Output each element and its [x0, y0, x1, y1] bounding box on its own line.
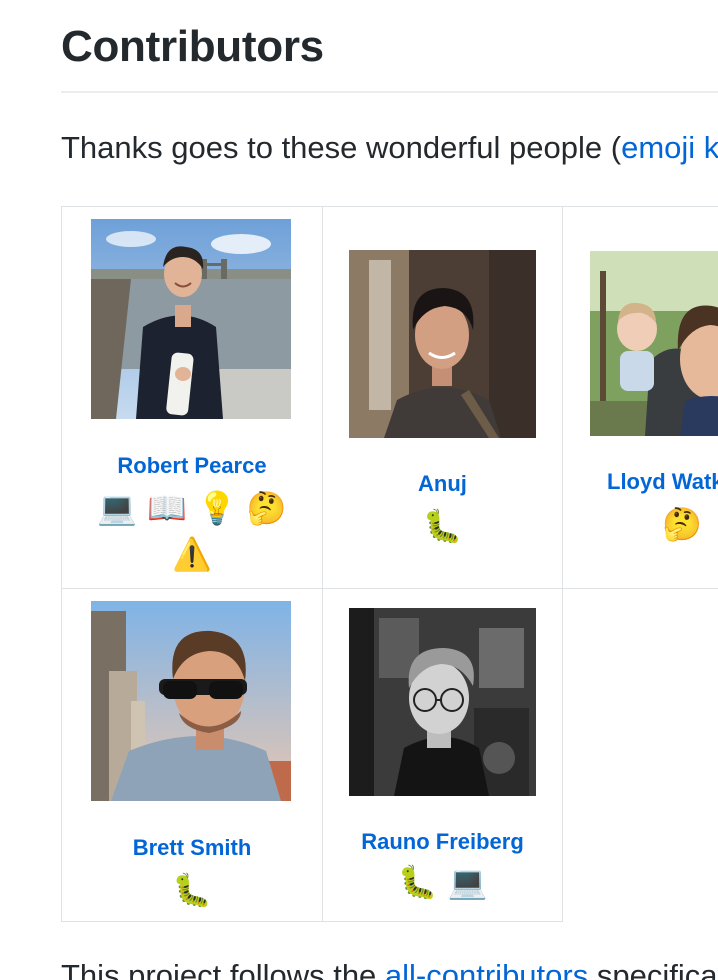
emoji-key-link[interactable]: emoji key: [621, 130, 718, 165]
docs-icon[interactable]: 📖: [147, 490, 187, 526]
bug-icon[interactable]: 🐛: [423, 508, 463, 544]
contributor-name[interactable]: Robert Pearce: [62, 453, 322, 479]
avatar-photo-anuj: [349, 250, 536, 438]
contributor-cell: Lloyd Watkin 🤔: [562, 206, 718, 589]
contributor-avatar[interactable]: [349, 250, 536, 438]
contributor-name[interactable]: Brett Smith: [62, 835, 322, 861]
avatar-photo-rauno: [349, 608, 536, 796]
contributor-avatar[interactable]: [91, 601, 291, 801]
footer-paragraph: This project follows the all-contributor…: [61, 958, 718, 980]
avatar-photo-robert: [91, 219, 291, 419]
intro-paragraph: Thanks goes to these wonderful people (e…: [61, 130, 718, 166]
footer-text-end: specification.: [596, 958, 718, 980]
contributor-cell: Robert Pearce 💻 📖 💡 🤔 ⚠️: [61, 206, 323, 589]
contributor-name[interactable]: Anuj: [323, 471, 562, 497]
contribution-icons: 🐛: [323, 503, 562, 549]
bug-icon[interactable]: 🐛: [398, 864, 438, 900]
contributor-cell: Brett Smith 🐛: [61, 588, 323, 922]
code-icon[interactable]: 💻: [448, 864, 488, 900]
warning-icon[interactable]: ⚠️: [172, 536, 212, 572]
code-icon[interactable]: 💻: [97, 490, 137, 526]
avatar-photo-lloyd: [590, 251, 718, 436]
contributor-cell: Anuj 🐛: [322, 206, 563, 589]
question-icon[interactable]: 🤔: [247, 490, 287, 526]
contributor-avatar[interactable]: [91, 219, 291, 419]
section-heading: Contributors: [61, 22, 324, 71]
contribution-icons: 🤔: [657, 501, 718, 547]
contribution-icons: 🐛: [62, 867, 322, 913]
contribution-icons: 💻 📖 💡 🤔 ⚠️: [62, 485, 322, 577]
intro-text: Thanks goes to these wonderful people (: [61, 130, 622, 165]
ideas-icon[interactable]: 💡: [197, 490, 237, 526]
contributor-name[interactable]: Rauno Freiberg: [323, 829, 562, 855]
contribution-icons: 🐛 💻: [323, 859, 562, 905]
contributor-avatar[interactable]: [590, 251, 718, 436]
contributor-avatar[interactable]: [349, 608, 536, 796]
contributor-name[interactable]: Lloyd Watkin: [607, 469, 718, 495]
avatar-photo-brett: [91, 601, 291, 801]
contributor-cell: Rauno Freiberg 🐛 💻: [322, 588, 563, 922]
heading-divider: [61, 91, 718, 93]
footer-text: This project follows the: [61, 958, 385, 980]
bug-icon[interactable]: 🐛: [172, 872, 212, 908]
all-contributors-link[interactable]: all-contributors: [385, 958, 588, 980]
readme-page: Contributors Thanks goes to these wonder…: [0, 0, 718, 980]
question-icon[interactable]: 🤔: [662, 506, 702, 542]
